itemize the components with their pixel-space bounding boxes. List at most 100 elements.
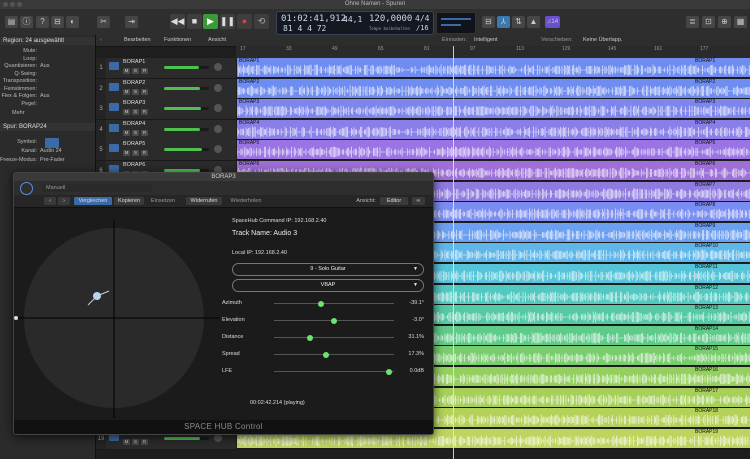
next-preset-icon[interactable]: › — [58, 197, 70, 205]
record-enable-button[interactable]: R — [141, 150, 148, 157]
more-toggle[interactable]: Mehr — [12, 110, 107, 116]
quick-help-button[interactable]: ? — [36, 16, 49, 28]
back-icon[interactable]: ‹ — [100, 35, 102, 46]
track-header[interactable]: 5 BORAP5 M S R — [96, 140, 236, 162]
volume-fader[interactable] — [164, 127, 209, 131]
track-inspector-header[interactable]: Spur: BORAP24 — [0, 123, 95, 131]
mute-button[interactable]: M — [123, 88, 130, 95]
region-inspector-header[interactable]: Region: 24 ausgewählt — [0, 37, 95, 45]
stop-icon[interactable]: ■ — [187, 14, 202, 29]
solo-button[interactable]: S — [132, 68, 139, 74]
slider-track[interactable] — [274, 368, 394, 375]
view-menu[interactable]: Ansicht — [208, 35, 226, 46]
audio-region[interactable]: BORAP5 BORAP5 — [237, 140, 750, 161]
audio-region[interactable]: BORAP3 BORAP3 — [237, 99, 750, 120]
slider-knob[interactable] — [317, 300, 324, 307]
pan-knob[interactable] — [214, 63, 222, 71]
pan-knob[interactable] — [214, 145, 222, 154]
metronome-button[interactable]: ▲ — [527, 16, 540, 28]
solo-button[interactable]: S — [132, 129, 139, 136]
list-button[interactable]: ≣ — [686, 16, 699, 28]
compare-button[interactable]: Vergleichen — [74, 197, 112, 205]
track-header[interactable]: 4 BORAP4 M S R — [96, 119, 236, 141]
inspector-row-value[interactable]: Aus — [40, 93, 49, 99]
editors-button[interactable]: ⇥ — [125, 16, 138, 28]
mute-button[interactable]: M — [123, 150, 130, 157]
mute-button[interactable]: M — [123, 129, 130, 136]
pan-knob[interactable] — [214, 124, 222, 133]
paste-button[interactable]: Einsetzen — [147, 197, 179, 205]
volume-fader[interactable] — [164, 66, 209, 69]
pan-knob[interactable] — [214, 83, 222, 92]
track-name[interactable]: BORAP3 — [123, 100, 145, 106]
solo-button[interactable]: S — [132, 88, 139, 95]
mute-button[interactable]: M — [123, 438, 130, 445]
smart-controls-button[interactable]: ◐ — [66, 16, 79, 28]
solo-button[interactable]: S — [132, 109, 139, 116]
track-row-value[interactable]: Audio 24 — [40, 148, 62, 154]
redo-button[interactable]: Wiederholen — [226, 197, 266, 205]
pan-knob[interactable] — [214, 104, 222, 113]
slider-track[interactable] — [274, 317, 394, 324]
copy-button[interactable]: Kopieren — [114, 197, 144, 205]
prev-preset-icon[interactable]: ‹ — [44, 197, 56, 205]
waveform-icon[interactable] — [45, 138, 59, 148]
rewind-icon[interactable]: ◀◀ — [170, 14, 185, 29]
slider-track[interactable] — [274, 351, 394, 358]
preset-select[interactable]: Manuell — [42, 184, 152, 192]
midi-button[interactable]: ♫14 — [545, 16, 560, 28]
solo-button[interactable]: S — [132, 150, 139, 157]
slider-knob[interactable] — [322, 351, 329, 358]
panner-display[interactable] — [14, 208, 224, 420]
notes-button[interactable]: ⊡ — [702, 16, 715, 28]
slider-track[interactable] — [274, 300, 394, 307]
panning-mode-select[interactable]: VBAP ▼ — [232, 279, 424, 292]
lcd-display[interactable]: 01:02:41,912 81 4 4 72 44,1 120,0000 Tem… — [276, 11, 434, 35]
volume-fader[interactable] — [164, 436, 209, 440]
track-name[interactable]: BORAP1 — [123, 59, 145, 65]
track-header[interactable]: 1 BORAP1 M S R — [96, 58, 236, 79]
record-enable-button[interactable]: R — [141, 129, 148, 136]
undo-button[interactable]: Widerrufen — [186, 197, 222, 205]
list-editors-button[interactable]: ⊟ — [482, 16, 495, 28]
cycle-icon[interactable]: ⟲ — [254, 14, 269, 29]
edit-menu[interactable]: Bearbeiten — [124, 35, 151, 46]
slider-knob[interactable] — [331, 317, 337, 324]
view-select[interactable]: Editor — [380, 197, 408, 205]
record-enable-button[interactable]: R — [141, 68, 148, 74]
pause-icon[interactable]: ❚❚ — [220, 14, 235, 29]
play-icon[interactable]: ▶ — [203, 14, 218, 29]
track-row-value[interactable]: Pre-Fader — [40, 157, 65, 163]
plugin-title[interactable]: BORAP3 — [14, 173, 433, 181]
library-button[interactable]: ▤ — [5, 16, 18, 28]
inspector-button[interactable]: ⓘ — [20, 16, 33, 28]
mute-button[interactable]: M — [123, 109, 130, 116]
tuner-button[interactable]: ⅄ — [497, 16, 510, 28]
slider-knob[interactable] — [307, 334, 313, 341]
record-icon[interactable]: ● — [237, 14, 252, 29]
solo-button[interactable]: S — [132, 438, 139, 445]
link-icon[interactable]: ∞ — [412, 197, 425, 205]
browser-button[interactable]: ▦ — [734, 16, 747, 28]
count-in-button[interactable]: ⇅ — [512, 16, 525, 28]
speaker-select[interactable]: 9 - Solo Guitar ▼ — [232, 263, 424, 276]
record-enable-button[interactable]: R — [141, 88, 148, 95]
slider-track[interactable] — [274, 334, 394, 341]
record-enable-button[interactable]: R — [141, 109, 148, 116]
track-name[interactable]: BORAP5 — [123, 141, 145, 147]
slider-knob[interactable] — [386, 368, 393, 375]
track-header[interactable]: 2 BORAP2 M S R — [96, 78, 236, 100]
power-icon[interactable] — [20, 182, 33, 195]
inspector-row-value[interactable]: Aus — [40, 63, 49, 69]
track-name[interactable]: BORAP4 — [123, 121, 145, 127]
track-name[interactable]: BORAP6 — [123, 162, 145, 168]
loop-browser-button[interactable]: ⊕ — [718, 16, 731, 28]
track-name[interactable]: BORAP2 — [123, 80, 145, 86]
volume-fader[interactable] — [164, 148, 209, 152]
track-header[interactable]: 3 BORAP3 M S R — [96, 99, 236, 121]
audio-region[interactable]: BORAP2 BORAP2 — [237, 78, 750, 99]
snap-select[interactable]: Intelligent — [474, 35, 498, 46]
drag-select[interactable]: Keine Überlapp. — [583, 35, 622, 46]
audio-region[interactable]: BORAP1 BORAP1 — [237, 58, 750, 78]
functions-menu[interactable]: Funktionen — [164, 35, 191, 46]
